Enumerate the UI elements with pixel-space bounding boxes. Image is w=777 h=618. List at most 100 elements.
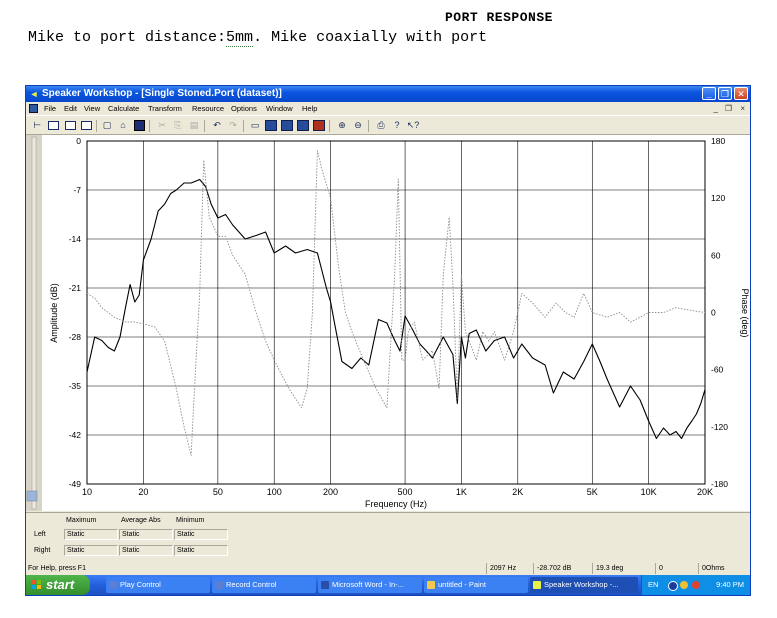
new-icon[interactable]: ▢ — [100, 119, 114, 132]
stats-left-minimum: Static — [174, 529, 228, 540]
caption-underlined: 5mm — [226, 29, 254, 47]
menu-calculate[interactable]: Calculate — [108, 102, 139, 115]
status-impedance: 0Ohms — [698, 563, 750, 574]
menu-transform[interactable]: Transform — [148, 102, 182, 115]
toolbar-separator — [243, 120, 244, 132]
windows-logo-icon — [32, 580, 42, 590]
close-button[interactable]: ✕ — [734, 87, 748, 100]
play-control-icon — [109, 581, 117, 589]
menu-window[interactable]: Window — [266, 102, 293, 115]
paste-icon[interactable]: ▤ — [187, 119, 201, 132]
save-icon[interactable] — [132, 119, 146, 132]
open-icon[interactable]: ⌂ — [116, 119, 130, 132]
status-phase: 19.3 deg — [592, 563, 654, 574]
task-microsoft-word[interactable]: Microsoft Word - In-... — [318, 577, 422, 593]
chart-left-scrollbar-track[interactable] — [31, 136, 37, 510]
x-tick-label: 200 — [323, 487, 338, 497]
document-icon[interactable] — [29, 104, 38, 113]
x-axis-label: Frequency (Hz) — [365, 499, 427, 509]
stats-right-average: Static — [119, 545, 173, 556]
window-title: Speaker Workshop - [Single Stoned.Port (… — [42, 88, 282, 99]
menu-options[interactable]: Options — [231, 102, 257, 115]
open-folder-icon[interactable]: ▭ — [248, 119, 262, 132]
restore-button[interactable]: ❐ — [718, 87, 732, 100]
tray-network-icon[interactable] — [668, 581, 678, 591]
minimize-button[interactable]: _ — [702, 87, 716, 100]
stats-left-average: Static — [119, 529, 173, 540]
mdi-close-button[interactable]: × — [740, 102, 745, 115]
y2-tick-label: -60 — [711, 365, 724, 375]
help-icon[interactable]: ? — [390, 119, 404, 132]
x-tick-label: 50 — [213, 487, 223, 497]
menu-resource[interactable]: Resource — [192, 102, 224, 115]
toolbar-separator — [368, 120, 369, 132]
menu-help[interactable]: Help — [302, 102, 317, 115]
tray-security-icon[interactable] — [680, 581, 688, 589]
network-icon[interactable] — [296, 119, 310, 132]
status-value: 0 — [655, 563, 697, 574]
language-indicator[interactable]: EN — [648, 575, 658, 595]
redo-icon[interactable]: ↷ — [226, 119, 240, 132]
tray-volume-icon[interactable] — [692, 581, 700, 589]
chart-left-scroll-thumb[interactable] — [26, 490, 38, 502]
document-title: PORT RESPONSE — [445, 10, 553, 25]
y-axis-label: Amplitude (dB) — [49, 283, 59, 343]
frequency-response-chart[interactable]: 10 20 50 100 200 500 1K 2K 5K 10K 20K0-7-14-21-28-… — [26, 135, 750, 511]
start-button[interactable]: start — [26, 575, 90, 595]
taskbar: start Play Control Record Control Micros… — [26, 575, 750, 595]
word-icon — [321, 581, 329, 589]
x-tick-label: 10K — [641, 487, 657, 497]
record-control-icon — [215, 581, 223, 589]
calculate-icon[interactable] — [280, 119, 294, 132]
stats-left-maximum: Static — [64, 529, 118, 540]
zoom-in-icon[interactable]: ⊕ — [335, 119, 349, 132]
taskbar-clock: 9:40 PM — [716, 580, 744, 589]
toolbox-icon[interactable] — [312, 119, 326, 132]
caption-prefix: Mike to port distance: — [28, 29, 227, 46]
x-tick-label: 2K — [512, 487, 523, 497]
grid-view-icon[interactable] — [79, 119, 93, 132]
x-tick-label: 10 — [82, 487, 92, 497]
task-play-control[interactable]: Play Control — [106, 577, 210, 593]
window-titlebar[interactable]: ◄ Speaker Workshop - [Single Stoned.Port… — [26, 86, 750, 102]
y2-tick-label: 60 — [711, 250, 721, 260]
menu-view[interactable]: View — [84, 102, 100, 115]
document-caption: Mike to port distance:5mm. Mike coaxiall… — [28, 29, 488, 47]
pointer-icon[interactable]: ⊢ — [30, 119, 44, 132]
toolbar: ⊢ ▢ ⌂ ✂ ⎘ ▤ ↶ ↷ ▭ ⊕ ⊖ ⎙ ? ↖? — [26, 115, 750, 135]
chart-view-alt-icon[interactable] — [63, 119, 77, 132]
chart-background — [26, 135, 750, 511]
stats-header-average: Average Abs — [121, 517, 161, 524]
speaker-workshop-icon — [533, 581, 541, 589]
copy-icon[interactable]: ⎘ — [171, 119, 185, 132]
menu-file[interactable]: File — [44, 102, 56, 115]
x-tick-label: 1K — [456, 487, 467, 497]
caption-suffix: . Mike coaxially with port — [253, 29, 488, 46]
y-tick-label: -28 — [69, 332, 82, 342]
stats-header-maximum: Maximum — [66, 517, 97, 524]
y-tick-label: 0 — [76, 136, 81, 146]
print-icon[interactable]: ⎙ — [374, 119, 388, 132]
status-frequency: 2097 Hz — [486, 563, 532, 574]
context-help-icon[interactable]: ↖? — [406, 119, 420, 132]
mdi-minimize-button[interactable]: _ — [714, 102, 718, 115]
toolbar-separator — [96, 120, 97, 132]
task-speaker-workshop[interactable]: Speaker Workshop -... — [530, 577, 638, 593]
speaker-app-icon[interactable]: ◄ — [29, 89, 39, 99]
start-label: start — [46, 577, 75, 592]
chart-view-icon[interactable] — [46, 119, 60, 132]
speaker-workshop-window: ◄ Speaker Workshop - [Single Stoned.Port… — [25, 85, 751, 596]
stats-row-right-label: Right — [34, 547, 51, 554]
task-paint[interactable]: untitled - Paint — [424, 577, 528, 593]
x-tick-label: 500 — [398, 487, 413, 497]
task-record-control[interactable]: Record Control — [212, 577, 316, 593]
properties-icon[interactable] — [264, 119, 278, 132]
y-tick-label: -49 — [69, 479, 82, 489]
y2-tick-label: -120 — [711, 422, 728, 432]
zoom-out-icon[interactable]: ⊖ — [351, 119, 365, 132]
menu-edit[interactable]: Edit — [64, 102, 77, 115]
mdi-restore-button[interactable]: ❐ — [725, 102, 732, 115]
cut-icon[interactable]: ✂ — [155, 119, 169, 132]
undo-icon[interactable]: ↶ — [210, 119, 224, 132]
y2-tick-label: -180 — [711, 479, 728, 489]
